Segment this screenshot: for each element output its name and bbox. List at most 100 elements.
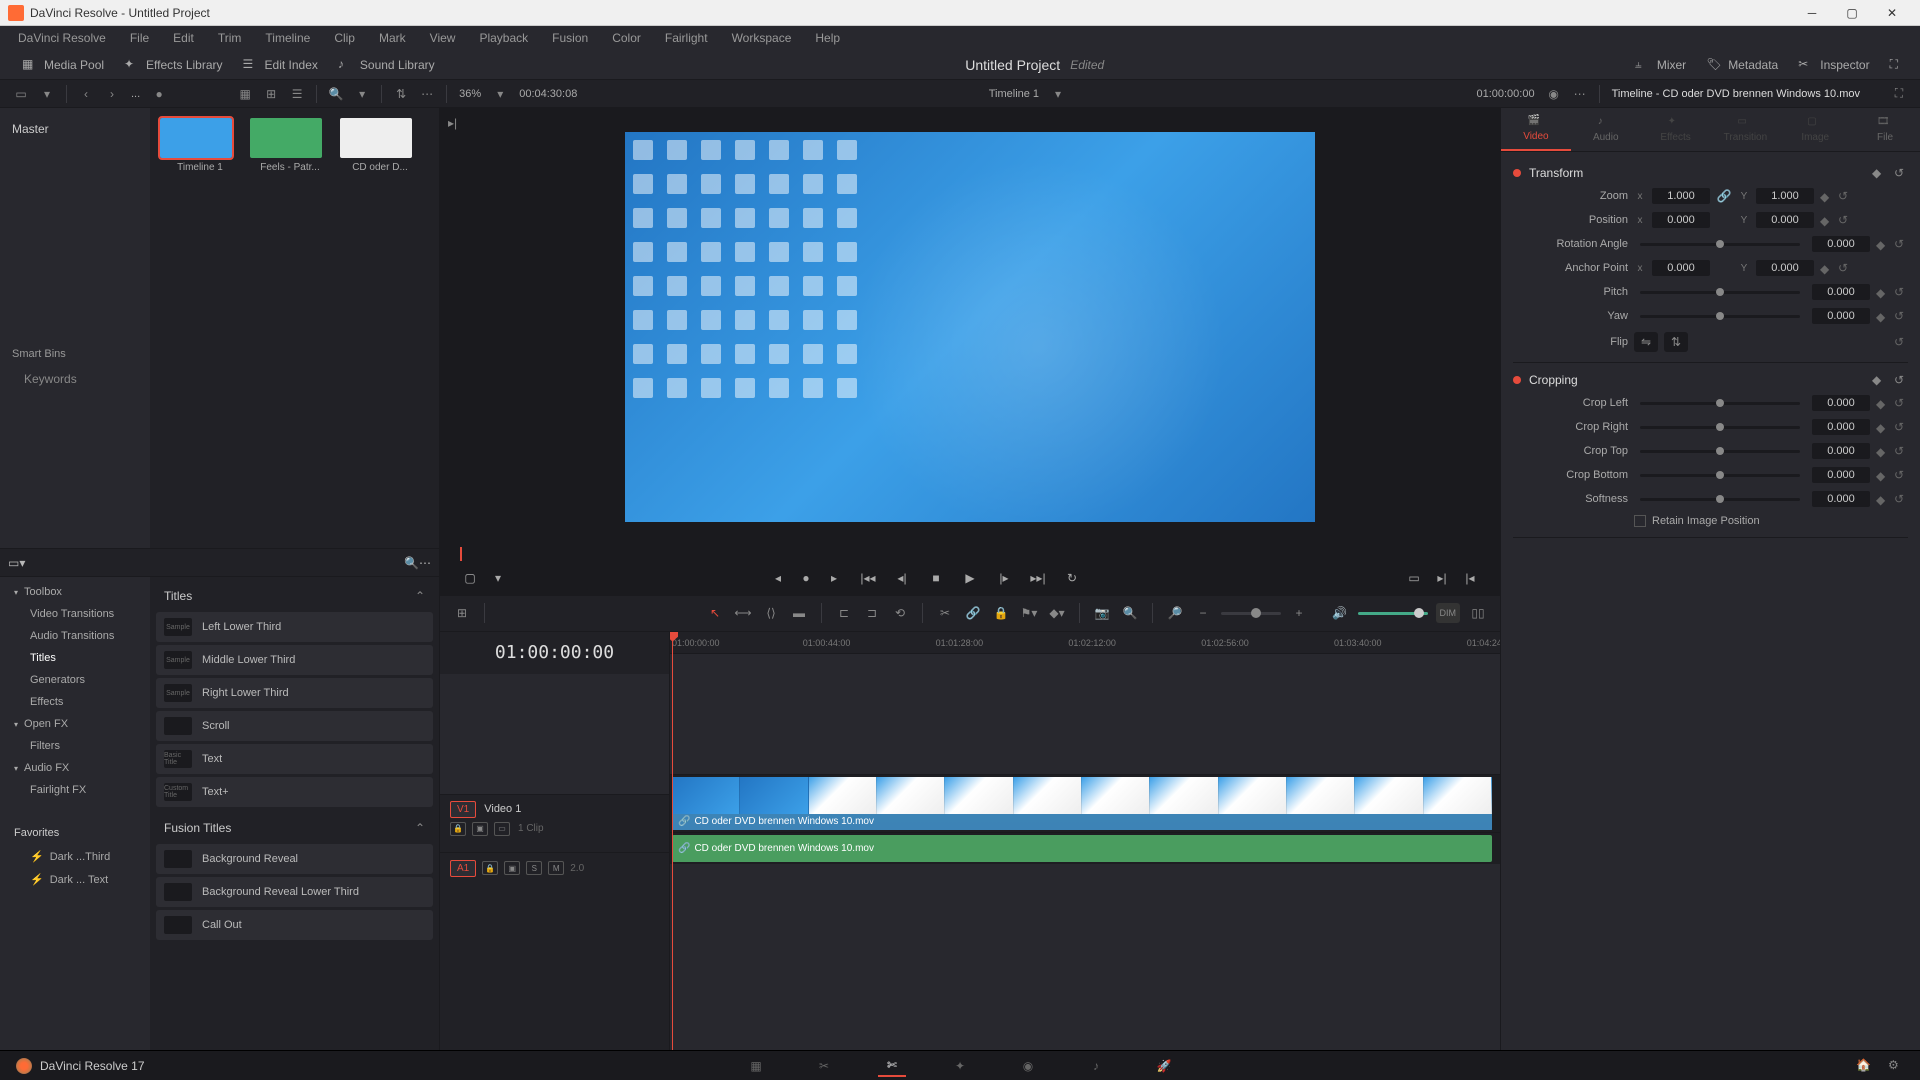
keyframe-icon[interactable]: ◆ [1876, 493, 1888, 505]
collapse-icon[interactable]: ⌃ [415, 821, 425, 835]
next-edit-icon[interactable]: ▸ [824, 568, 844, 588]
reset-icon[interactable]: ↺ [1894, 335, 1908, 349]
mute-icon[interactable]: 🔊 [1330, 603, 1350, 623]
zoom-out-icon[interactable]: − [1193, 603, 1213, 623]
keyframe-icon[interactable]: ◆ [1876, 286, 1888, 298]
inspector-tab-audio[interactable]: ♪Audio [1571, 108, 1641, 151]
menu-workspace[interactable]: Workspace [722, 29, 802, 47]
yaw-field[interactable]: 0.000 [1812, 308, 1870, 324]
reset-icon[interactable]: ↺ [1894, 468, 1908, 482]
prev-frame-button[interactable]: ◂| [892, 568, 912, 588]
mark-in-out-icon[interactable]: ▢ [460, 568, 480, 588]
fusion-page-button[interactable]: ✦ [946, 1055, 974, 1077]
zoom-detail-icon[interactable]: 🔎 [1165, 603, 1185, 623]
go-start-icon[interactable]: |◂ [1460, 568, 1480, 588]
last-frame-button[interactable]: ▸▸| [1028, 568, 1048, 588]
viewer-zoom[interactable]: 36% [459, 88, 481, 100]
position-x-field[interactable]: 0.000 [1652, 212, 1710, 228]
crop-top-field[interactable]: 0.000 [1812, 443, 1870, 459]
expand-viewer-icon[interactable]: ▸| [448, 116, 464, 132]
collapse-icon[interactable]: ⌃ [415, 589, 425, 603]
fx-fav-1[interactable]: ⚡ Dark ...Third [0, 845, 150, 868]
maximize-button[interactable]: ▢ [1832, 1, 1872, 25]
fx-cat-fairlightfx[interactable]: Fairlight FX [0, 779, 150, 801]
bin-view-icon[interactable]: ▭ [11, 84, 31, 104]
sort-icon[interactable]: ⇅ [391, 84, 411, 104]
dynamic-trim-icon[interactable]: ⟨⟩ [761, 603, 781, 623]
fx-cat-generators[interactable]: Generators [0, 669, 150, 691]
record-timecode[interactable]: 01:00:00:00 [1476, 88, 1534, 100]
fx-cat-filters[interactable]: Filters [0, 735, 150, 757]
snapshot-icon[interactable]: 📷 [1092, 603, 1112, 623]
track-lock-icon[interactable]: 🔒 [450, 822, 466, 836]
overwrite-clip-icon[interactable]: ⊐ [862, 603, 882, 623]
title-left-lower-third[interactable]: SampleLeft Lower Third [156, 612, 433, 642]
nav-back-icon[interactable]: ‹ [76, 84, 96, 104]
zoom-slider[interactable] [1221, 612, 1281, 615]
reset-icon[interactable]: ↺ [1838, 189, 1852, 203]
crop-right-field[interactable]: 0.000 [1812, 419, 1870, 435]
reset-icon[interactable]: ↺ [1894, 166, 1908, 180]
rotation-field[interactable]: 0.000 [1812, 236, 1870, 252]
zoom-fit-icon[interactable]: 🔍 [1120, 603, 1140, 623]
viewer-options-icon[interactable]: ⋯ [1570, 84, 1590, 104]
stop-button[interactable]: ■ [926, 568, 946, 588]
menu-help[interactable]: Help [805, 29, 850, 47]
solo-button[interactable]: S [526, 861, 542, 875]
menu-davinci[interactable]: DaVinci Resolve [8, 29, 116, 47]
menu-fusion[interactable]: Fusion [542, 29, 598, 47]
reset-icon[interactable]: ↺ [1894, 444, 1908, 458]
keyframe-icon[interactable]: ◆ [1820, 262, 1832, 274]
inspector-tab-transition[interactable]: ▭Transition [1710, 108, 1780, 151]
title-middle-lower-third[interactable]: SampleMiddle Lower Third [156, 645, 433, 675]
list-view-icon[interactable]: ☰ [287, 84, 307, 104]
keyframe-icon[interactable]: ◆ [1820, 214, 1832, 226]
reset-icon[interactable]: ↺ [1894, 420, 1908, 434]
cropping-enable-dot[interactable] [1513, 376, 1521, 384]
softness-field[interactable]: 0.000 [1812, 491, 1870, 507]
timeline-chevron-icon[interactable]: ▾ [1048, 84, 1068, 104]
record-icon[interactable]: ● [149, 84, 169, 104]
reset-icon[interactable]: ↺ [1894, 373, 1908, 387]
title-right-lower-third[interactable]: SampleRight Lower Third [156, 678, 433, 708]
reset-icon[interactable]: ↺ [1894, 492, 1908, 506]
meters-icon[interactable]: ▯▯ [1468, 603, 1488, 623]
title-text[interactable]: Basic TitleText [156, 744, 433, 774]
crop-top-slider[interactable] [1640, 450, 1800, 453]
play-button[interactable]: ▶ [960, 568, 980, 588]
menu-clip[interactable]: Clip [324, 29, 365, 47]
viewer-area[interactable]: ▸| [440, 108, 1500, 547]
media-page-button[interactable]: ▦ [742, 1055, 770, 1077]
fx-search-icon[interactable]: 🔍 [404, 556, 419, 570]
options-icon[interactable]: ⋯ [417, 84, 437, 104]
playhead-icon[interactable]: ● [796, 568, 816, 588]
reset-icon[interactable]: ↺ [1838, 261, 1852, 275]
audio-clip[interactable]: 🔗CD oder DVD brennen Windows 10.mov [672, 835, 1492, 862]
retain-position-checkbox[interactable] [1634, 515, 1646, 527]
fx-cat-video-transitions[interactable]: Video Transitions [0, 603, 150, 625]
fx-cat-audiofx[interactable]: Audio FX [0, 757, 150, 779]
scrubber-playhead[interactable] [460, 547, 462, 561]
link-xy-icon[interactable]: 🔗 [1716, 189, 1732, 203]
transform-enable-dot[interactable] [1513, 169, 1521, 177]
fx-cat-titles[interactable]: Titles [0, 647, 150, 669]
menu-timeline[interactable]: Timeline [255, 29, 320, 47]
keyframe-icon[interactable]: ◆ [1820, 190, 1832, 202]
deliver-page-button[interactable]: 🚀 [1150, 1055, 1178, 1077]
fx-panel-icon[interactable]: ▭ [8, 556, 19, 570]
nav-fwd-icon[interactable]: › [102, 84, 122, 104]
rotation-slider[interactable] [1640, 243, 1800, 246]
selection-tool-icon[interactable]: ↖ [705, 603, 725, 623]
title-scroll[interactable]: Scroll [156, 711, 433, 741]
title-text-plus[interactable]: Custom TitleText+ [156, 777, 433, 807]
crop-right-slider[interactable] [1640, 426, 1800, 429]
yaw-slider[interactable] [1640, 315, 1800, 318]
audio-track-header[interactable]: A1 🔒 ▣ S M 2.0 [440, 852, 669, 884]
metadata-toggle[interactable]: 🏷Metadata [1696, 53, 1788, 77]
trim-tool-icon[interactable]: ⟷ [733, 603, 753, 623]
search-icon[interactable]: 🔍 [326, 84, 346, 104]
crop-left-slider[interactable] [1640, 402, 1800, 405]
zoom-x-field[interactable]: 1.000 [1652, 188, 1710, 204]
inspector-toggle[interactable]: ✂Inspector [1788, 53, 1879, 77]
fusion-bg-reveal-lower-third[interactable]: Background Reveal Lower Third [156, 877, 433, 907]
